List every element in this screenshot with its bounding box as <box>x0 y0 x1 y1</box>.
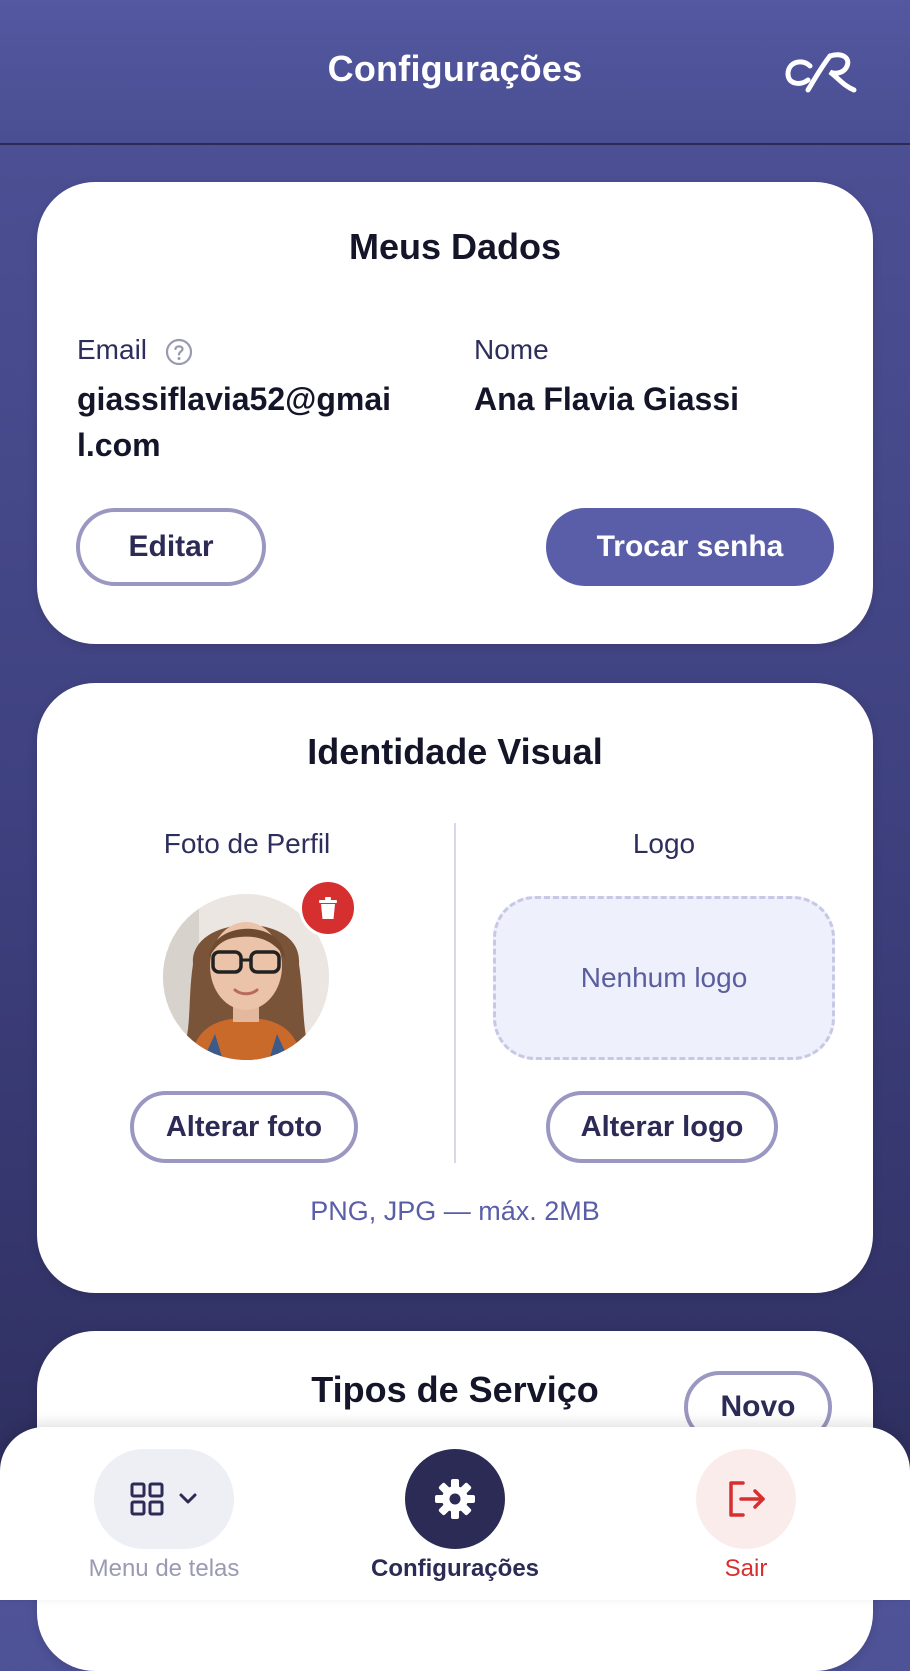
edit-button[interactable]: Editar <box>76 508 266 586</box>
page-title: Configurações <box>327 48 583 89</box>
gear-icon <box>435 1479 475 1519</box>
help-icon[interactable] <box>165 338 193 366</box>
email-value-line1: giassiflavia52@gmai <box>77 381 392 417</box>
change-logo-button[interactable]: Alterar logo <box>546 1091 778 1163</box>
nav-logout-label: Sair <box>724 1555 768 1582</box>
email-value-line2: l.com <box>77 427 161 463</box>
nome-value: Ana Flavia Giassi <box>474 381 740 417</box>
email-label-row: Email <box>77 334 193 366</box>
nav-settings-label: Configurações <box>370 1555 540 1582</box>
change-password-button[interactable]: Trocar senha <box>546 508 834 586</box>
bottom-navigation: Menu de telas Configurações Sair <box>0 1427 910 1600</box>
menu-button[interactable] <box>94 1449 234 1549</box>
nav-configuracoes[interactable]: Configurações <box>355 1449 555 1583</box>
meus-dados-card: Meus Dados Email giassiflavia52@gmai l.c… <box>37 182 873 644</box>
nome-label: Nome <box>474 334 549 365</box>
meus-dados-title: Meus Dados <box>348 226 562 267</box>
identidade-visual-title: Identidade Visual <box>307 731 603 772</box>
logo-label: Logo <box>632 828 696 859</box>
logout-icon <box>729 1481 765 1517</box>
nav-sair[interactable]: Sair <box>646 1449 846 1583</box>
trash-icon <box>319 897 337 919</box>
delete-photo-button[interactable] <box>299 879 357 937</box>
file-format-hint: PNG, JPG — máx. 2MB <box>310 1196 600 1226</box>
logout-button[interactable] <box>696 1449 796 1549</box>
grid-icon <box>130 1482 164 1516</box>
nav-menu-de-telas[interactable]: Menu de telas <box>64 1449 264 1583</box>
email-label: Email <box>77 334 148 365</box>
email-value: giassiflavia52@gmai l.com <box>77 376 391 468</box>
identidade-visual-card: Identidade Visual Foto de Perfil Logo Ne… <box>37 683 873 1293</box>
nav-menu-label: Menu de telas <box>88 1555 240 1582</box>
chevron-down-icon <box>179 1493 197 1504</box>
app-header: Configurações <box>0 0 910 145</box>
logo-placeholder[interactable]: Nenhum logo <box>493 896 835 1060</box>
settings-button[interactable] <box>405 1449 505 1549</box>
column-divider <box>454 823 456 1163</box>
change-photo-button[interactable]: Alterar foto <box>130 1091 358 1163</box>
profile-photo-label: Foto de Perfil <box>163 828 331 859</box>
brand-monogram-icon <box>785 52 857 93</box>
